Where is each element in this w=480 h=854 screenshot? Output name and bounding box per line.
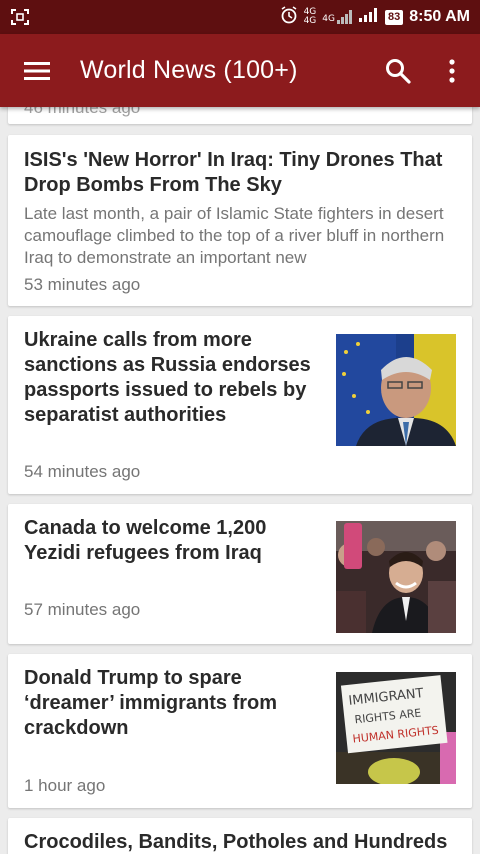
app-bar: World News (100+) [0, 34, 480, 107]
article-time: 53 minutes ago [24, 275, 141, 294]
signal-icon: 4G [322, 10, 353, 24]
status-bar: 4G 4G 4G 83 8:50 AM [0, 0, 480, 34]
news-card[interactable]: Canada to welcome 1,200 Yezidi refugees … [8, 504, 472, 644]
article-time: 54 minutes ago [24, 462, 141, 481]
news-card[interactable]: ISIS's 'New Horror' In Iraq: Tiny Drones… [8, 135, 472, 306]
battery-indicator: 83 [384, 9, 404, 25]
hamburger-menu-icon [24, 61, 50, 80]
article-time: 1 hour ago [24, 776, 106, 795]
search-icon [386, 58, 411, 84]
signal-icon-2 [358, 8, 379, 26]
more-vert-icon [449, 58, 455, 83]
article-title: ISIS's 'New Horror' In Iraq: Tiny Drones… [24, 149, 443, 196]
news-card[interactable]: Donald Trump to spare ‘dreamer’ immigran… [8, 654, 472, 808]
alarm-icon [280, 6, 298, 28]
network-type-indicator: 4G 4G [304, 8, 317, 26]
menu-button[interactable] [22, 56, 52, 86]
status-clock: 8:50 AM [409, 8, 470, 25]
overflow-menu-button[interactable] [436, 55, 468, 87]
network-type-2: 4G [322, 14, 335, 24]
article-title: Donald Trump to spare ‘dreamer’ immigran… [24, 667, 278, 739]
article-title: Crocodiles, Bandits, Potholes and Hundre… [24, 831, 448, 853]
article-time: 46 minutes ago [24, 107, 141, 117]
article-time: 57 minutes ago [24, 600, 141, 619]
news-feed[interactable]: 46 minutes ago ISIS's 'New Horror' In Ir… [0, 107, 480, 854]
article-title: Canada to welcome 1,200 Yezidi refugees … [24, 517, 267, 564]
news-card-partial[interactable]: 46 minutes ago [8, 107, 472, 124]
network-type-bottom: 4G [303, 16, 317, 26]
article-thumbnail [336, 334, 456, 446]
search-button[interactable] [382, 55, 414, 87]
article-thumbnail: IMMIGRANT RIGHTS ARE HUMAN RIGHTS [336, 672, 456, 784]
article-title: Ukraine calls from more sanctions as Rus… [24, 329, 311, 426]
news-card[interactable]: Crocodiles, Bandits, Potholes and Hundre… [8, 818, 472, 854]
news-card[interactable]: Ukraine calls from more sanctions as Rus… [8, 316, 472, 494]
article-summary: Late last month, a pair of Islamic State… [24, 204, 445, 267]
screenshot-icon [10, 7, 30, 27]
article-thumbnail [336, 521, 456, 633]
page-title: World News (100+) [80, 56, 298, 84]
